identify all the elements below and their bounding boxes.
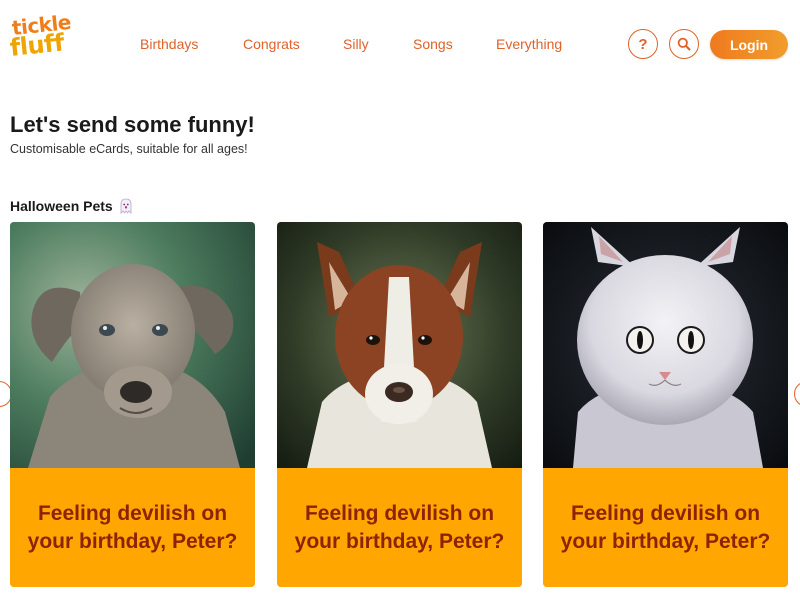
carousel-next-arrow[interactable]: [794, 381, 800, 407]
ecard-1[interactable]: Feeling devilish on your birthday, Peter…: [10, 222, 255, 587]
site-header: tickle fluff Birthdays Congrats Silly So…: [0, 0, 800, 88]
help-icon: ?: [638, 35, 648, 53]
section-heading: Halloween Pets: [10, 198, 133, 214]
ecard-caption: Feeling devilish on your birthday, Peter…: [543, 468, 788, 587]
page-subtitle: Customisable eCards, suitable for all ag…: [10, 142, 248, 156]
ecard-caption: Feeling devilish on your birthday, Peter…: [10, 468, 255, 587]
nav-item-birthdays[interactable]: Birthdays: [140, 36, 198, 52]
nav-item-silly[interactable]: Silly: [343, 36, 369, 52]
section-title-text: Halloween Pets: [10, 198, 113, 214]
ecard-3[interactable]: Feeling devilish on your birthday, Peter…: [543, 222, 788, 587]
ecard-caption: Feeling devilish on your birthday, Peter…: [277, 468, 522, 587]
white-cat-photo: [543, 222, 788, 468]
nav-item-congrats[interactable]: Congrats: [243, 36, 300, 52]
page-title: Let's send some funny!: [10, 112, 255, 137]
ghost-icon: [120, 198, 132, 214]
puppy-photo: [10, 222, 255, 468]
help-button[interactable]: ?: [628, 29, 658, 59]
border-collie-photo: [277, 222, 522, 468]
nav-item-everything[interactable]: Everything: [496, 36, 562, 52]
login-button[interactable]: Login: [710, 30, 788, 59]
search-button[interactable]: [669, 29, 699, 59]
nav-item-songs[interactable]: Songs: [413, 36, 453, 52]
search-icon: [677, 37, 691, 51]
ecard-2[interactable]: Feeling devilish on your birthday, Peter…: [277, 222, 522, 587]
